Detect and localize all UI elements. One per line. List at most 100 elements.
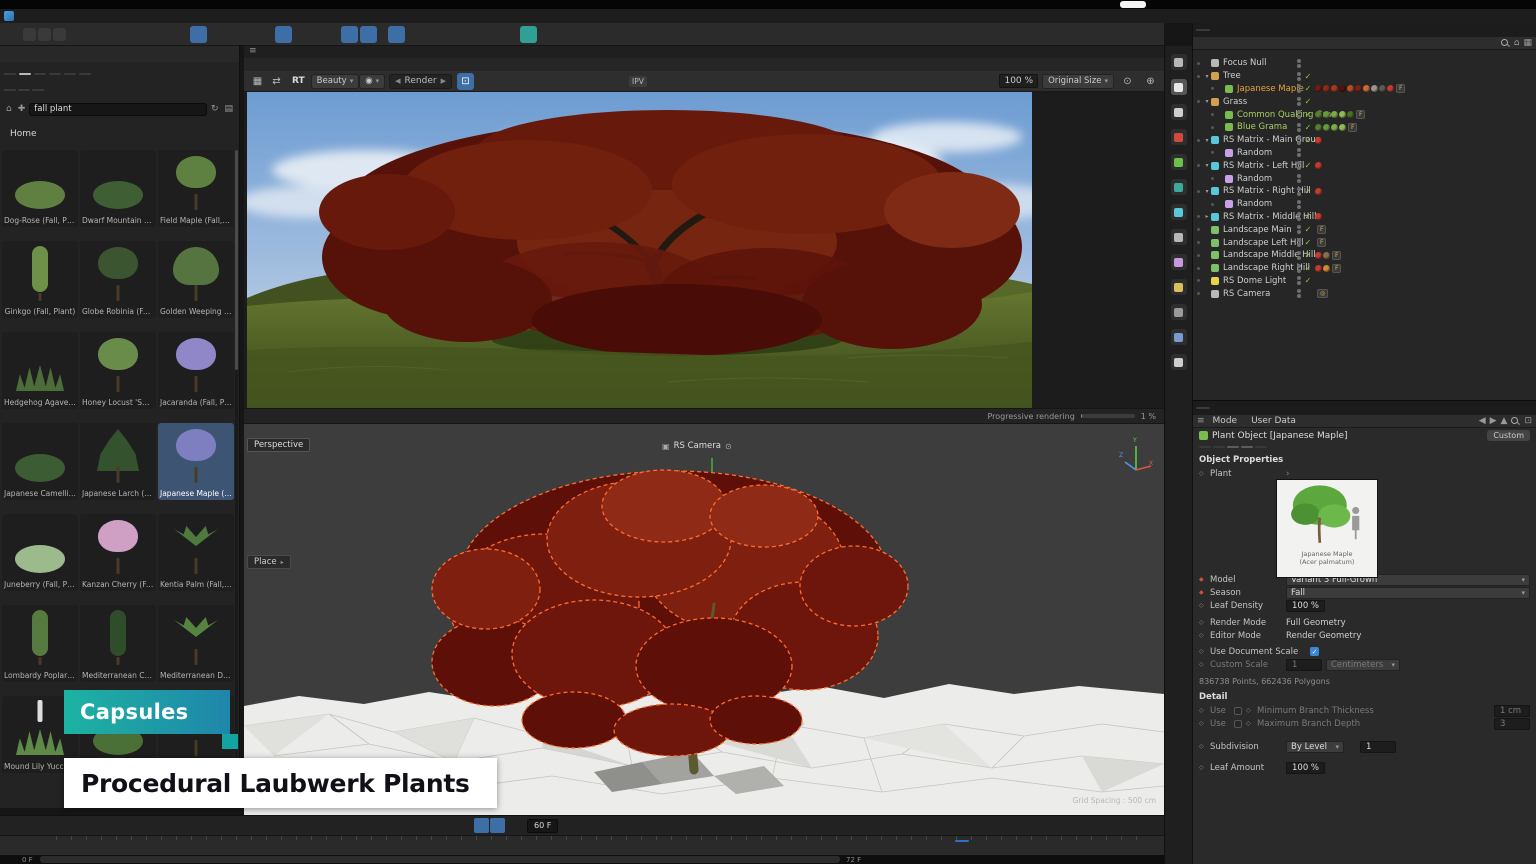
redo-icon[interactable]: [115, 26, 132, 43]
subdivision-field[interactable]: 1: [1360, 741, 1396, 753]
object-row[interactable]: Common Quaking Grass ✓ F: [1193, 108, 1536, 121]
tag-badge[interactable]: F: [1317, 238, 1326, 247]
asset-category-tab[interactable]: [32, 89, 44, 91]
asset-item[interactable]: Dwarf Mountain Pine (...: [80, 150, 156, 227]
toolbar-icon[interactable]: [1110, 26, 1127, 43]
visibility-toggles[interactable]: [1297, 251, 1301, 260]
volume-icon[interactable]: [1171, 154, 1187, 170]
render-toolbar-icon[interactable]: [514, 73, 531, 90]
frame-tick[interactable]: [533, 840, 547, 842]
material-swatches[interactable]: [1315, 85, 1394, 92]
home-icon[interactable]: ⌂: [1514, 38, 1520, 48]
object-row[interactable]: Landscape Main ✓ F: [1193, 223, 1536, 236]
asset-filter-tab[interactable]: [19, 73, 31, 75]
asset-item[interactable]: Lombardy Poplar (Fall...: [2, 605, 78, 682]
subdivision-mode-select[interactable]: By Level▾: [1286, 741, 1344, 753]
visibility-toggles[interactable]: [1297, 212, 1301, 221]
enabled-check-icon[interactable]: ✓: [1303, 72, 1313, 81]
lock-render-icon[interactable]: ⊡: [457, 73, 474, 90]
simulation-icon[interactable]: [1171, 179, 1187, 195]
camera-label[interactable]: ▣RS Camera⊙: [662, 441, 732, 451]
quantize-icon[interactable]: [360, 26, 377, 43]
toolbar-icon[interactable]: [4, 26, 21, 43]
object-row[interactable]: Blue Grama ✓ F: [1193, 121, 1536, 134]
add-keyframe-icon[interactable]: [692, 818, 707, 833]
asset-item[interactable]: Juneberry (Fall, Plant): [2, 514, 78, 591]
edit-icon[interactable]: [1171, 354, 1187, 370]
sound-icon[interactable]: [506, 818, 521, 833]
object-row[interactable]: ▾ Grass ✓: [1193, 95, 1536, 108]
spline-icon[interactable]: [1171, 229, 1187, 245]
param-tab[interactable]: [1227, 446, 1239, 448]
frame-tick[interactable]: [291, 840, 305, 842]
asset-item[interactable]: Honey Locust 'Sunbur...: [80, 332, 156, 409]
expand-arrow-icon[interactable]: ▸: [1203, 213, 1211, 220]
tag-badge[interactable]: F: [1332, 264, 1341, 273]
plant-preview[interactable]: Japanese Maple (Acer palmatum): [1276, 479, 1378, 578]
scale-tool-icon[interactable]: [209, 26, 226, 43]
material-swatches[interactable]: [1315, 124, 1346, 131]
leaf-amount-field[interactable]: 100 %: [1286, 762, 1325, 774]
asset-category-tab[interactable]: [4, 89, 16, 91]
enabled-check-icon[interactable]: ✓: [1303, 97, 1313, 106]
viewport-camera-tab[interactable]: Perspective: [247, 438, 310, 452]
asset-filter-tab[interactable]: [64, 73, 76, 75]
goto-start-button[interactable]: [362, 818, 377, 833]
custom-scale-field[interactable]: 1: [1286, 659, 1322, 671]
asset-item[interactable]: Hedgehog Agave (Fall...: [2, 332, 78, 409]
object-row[interactable]: Focus Null: [1193, 57, 1536, 70]
layout-icon[interactable]: [1053, 26, 1070, 43]
expand-arrow-icon[interactable]: ▾: [1203, 162, 1211, 169]
enabled-check-icon[interactable]: ✓: [1303, 136, 1313, 145]
visibility-toggles[interactable]: [1297, 238, 1301, 247]
search-input[interactable]: [29, 103, 207, 116]
object-row[interactable]: ▾ RS Matrix - Left Hill ✓: [1193, 159, 1536, 172]
expand-arrow-icon[interactable]: ▾: [1203, 188, 1211, 195]
next-frame-button[interactable]: [426, 818, 441, 833]
asset-item[interactable]: Mediterranean Dwarf ...: [158, 605, 234, 682]
material-swatches[interactable]: [1315, 137, 1322, 144]
toolbar-icon[interactable]: [1138, 26, 1155, 43]
visibility-toggles[interactable]: [1297, 72, 1301, 81]
current-frame-field[interactable]: 60 F: [527, 819, 558, 833]
mode-menu[interactable]: Mode: [1207, 416, 1244, 426]
home-icon[interactable]: ⌂: [6, 104, 12, 114]
record-position-icon[interactable]: [612, 818, 627, 833]
toolbar-icon[interactable]: [275, 26, 292, 43]
toolbar-icon[interactable]: [426, 26, 443, 43]
autokey-button[interactable]: [580, 818, 595, 833]
toolbar-icon[interactable]: [473, 26, 490, 43]
user-data-menu[interactable]: User Data: [1245, 416, 1302, 426]
tag-badge[interactable]: ◎: [1317, 289, 1328, 298]
asset-item[interactable]: Golden Weeping Willo...: [158, 241, 234, 318]
enabled-check-icon[interactable]: ✓: [1303, 251, 1313, 260]
object-row[interactable]: Japanese Maple ✓ F: [1193, 83, 1536, 96]
toolbar-icon[interactable]: [492, 26, 509, 43]
use-document-scale-checkbox[interactable]: ✓: [1310, 647, 1319, 656]
frame-tick[interactable]: [714, 840, 728, 842]
toolbar-icon[interactable]: [53, 28, 66, 41]
material-swatches[interactable]: [1315, 188, 1322, 195]
material-swatches[interactable]: [1315, 162, 1322, 169]
object-row[interactable]: Landscape Right Hill ✓ F: [1193, 262, 1536, 275]
visibility-toggles[interactable]: [1297, 225, 1301, 234]
season-select[interactable]: Fall▾: [1286, 587, 1530, 599]
visibility-toggles[interactable]: [1297, 59, 1301, 68]
record-scale-icon[interactable]: [628, 818, 643, 833]
visibility-toggles[interactable]: [1297, 187, 1301, 196]
material-swatches[interactable]: [1315, 213, 1322, 220]
frame-tick[interactable]: [472, 840, 486, 842]
asset-item[interactable]: Field Maple (Fall, Plant): [158, 150, 234, 227]
param-tab[interactable]: [1241, 446, 1253, 448]
render-toolbar-icon[interactable]: [476, 73, 493, 90]
min-branch-field[interactable]: 1 cm: [1494, 705, 1530, 717]
frame-tick[interactable]: [653, 840, 667, 842]
record-button[interactable]: [564, 818, 579, 833]
max-branch-field[interactable]: 3: [1494, 718, 1530, 730]
compare-icon[interactable]: ⇄: [268, 73, 285, 90]
frame-tick[interactable]: [955, 840, 969, 842]
asset-item[interactable]: Japanese Camellia (Fal...: [2, 423, 78, 500]
lock-icon[interactable]: ⊡: [1524, 416, 1532, 426]
enabled-check-icon[interactable]: ✓: [1303, 161, 1313, 170]
visibility-toggles[interactable]: [1297, 289, 1301, 298]
